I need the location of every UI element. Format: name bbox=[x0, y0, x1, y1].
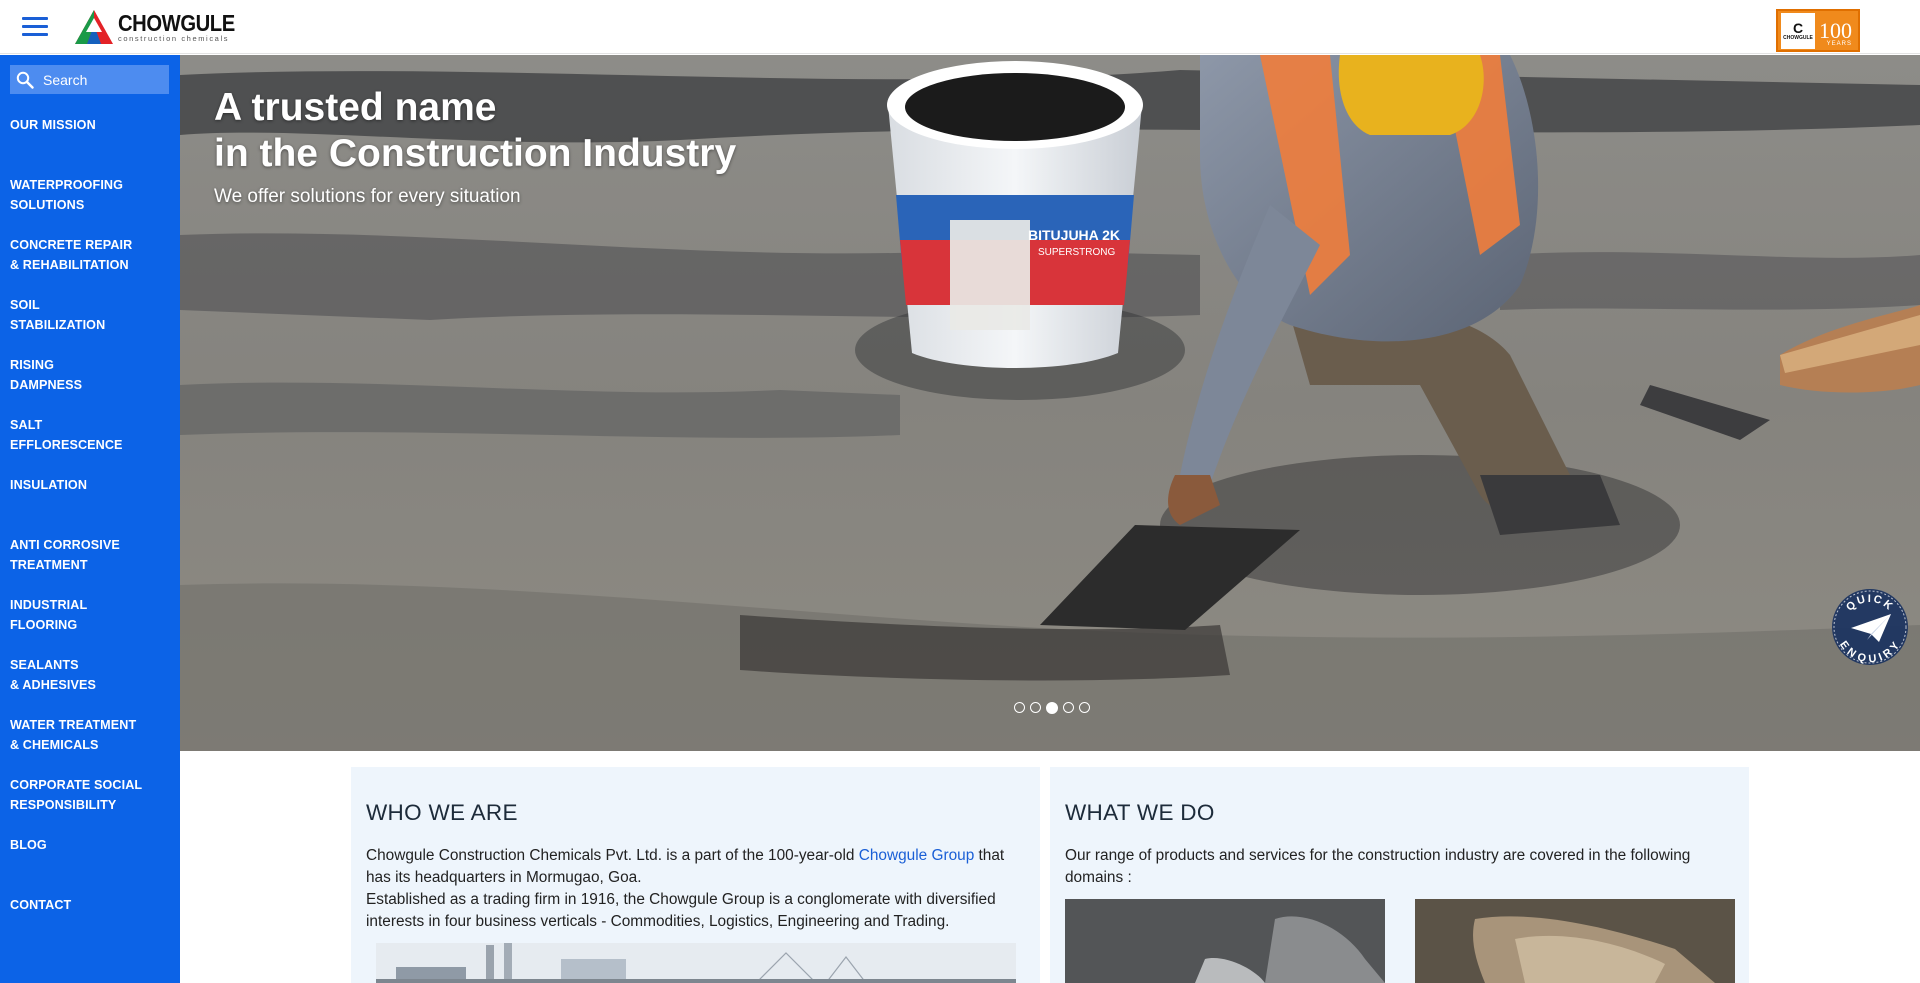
sidebar-item-waterproofing[interactable]: WATERPROOFING SOLUTIONS bbox=[10, 175, 175, 215]
centenary-badge: C CHOWGULE 100 YEARS bbox=[1776, 9, 1860, 52]
sidebar-item-salt-efflorescence[interactable]: SALT EFFLORESCENCE bbox=[10, 415, 175, 455]
sidebar-item-csr[interactable]: CORPORATE SOCIAL RESPONSIBILITY bbox=[10, 775, 175, 815]
sidebar-item-anti-corrosive[interactable]: ANTI CORROSIVE TREATMENT bbox=[10, 535, 175, 575]
chowgule-logo[interactable]: CHOWGULE construction chemicals bbox=[74, 9, 251, 45]
sidebar-item-soil-stabilization[interactable]: SOIL STABILIZATION bbox=[10, 295, 175, 335]
search-icon bbox=[16, 71, 34, 89]
domain-thumbnail-2[interactable] bbox=[1415, 899, 1735, 983]
slider-pagination bbox=[1014, 701, 1090, 714]
sidebar-item-blog[interactable]: BLOG bbox=[10, 835, 175, 855]
logo-subtitle: construction chemicals bbox=[118, 34, 230, 43]
badge-logo-text: CHOWGULE bbox=[1783, 34, 1813, 41]
slider-dot-5[interactable] bbox=[1079, 702, 1090, 713]
logo-name: CHOWGULE bbox=[118, 10, 235, 36]
sidebar-item-contact[interactable]: CONTACT bbox=[10, 895, 175, 915]
what-we-do-heading: WHAT WE DO bbox=[1065, 800, 1215, 825]
search-input[interactable]: Search bbox=[10, 65, 169, 94]
search-placeholder: Search bbox=[43, 71, 88, 88]
badge-number: 100 bbox=[1819, 17, 1852, 43]
slider-dot-2[interactable] bbox=[1030, 702, 1041, 713]
chowgule-logo-mark-icon bbox=[75, 10, 113, 44]
who-we-are-paragraph-2: Established as a trading firm in 1916, t… bbox=[366, 891, 996, 930]
what-we-do-card: WHAT WE DO Our range of products and ser… bbox=[1050, 767, 1749, 983]
sidebar-item-sealants[interactable]: SEALANTS & ADHESIVES bbox=[10, 655, 175, 695]
top-header: CHOWGULE construction chemicals C CHOWGU… bbox=[0, 0, 1920, 54]
what-we-do-text: Our range of products and services for t… bbox=[1065, 847, 1691, 886]
who-we-are-paragraph-1: Chowgule Construction Chemicals Pvt. Ltd… bbox=[366, 845, 1026, 889]
slider-dot-1[interactable] bbox=[1014, 702, 1025, 713]
sidebar-item-insulation[interactable]: INSULATION bbox=[10, 475, 175, 495]
chowgule-group-link[interactable]: Chowgule Group bbox=[859, 847, 975, 864]
hamburger-menu-icon[interactable] bbox=[22, 17, 48, 37]
hero-title: A trusted name in the Construction Indus… bbox=[214, 86, 737, 175]
who-we-are-heading: WHO WE ARE bbox=[366, 800, 518, 825]
who-we-are-image bbox=[376, 943, 1016, 983]
bucket-label-1: BITUJUHA 2K bbox=[1028, 227, 1120, 243]
who-we-are-text-1: Chowgule Construction Chemicals Pvt. Ltd… bbox=[366, 847, 859, 864]
sidebar-item-industrial-flooring[interactable]: INDUSTRIAL FLOORING bbox=[10, 595, 175, 635]
bucket-label-2: SUPERSTRONG bbox=[1038, 247, 1115, 258]
hero-subtitle: We offer solutions for every situation bbox=[214, 186, 521, 207]
badge-years: YEARS bbox=[1826, 41, 1852, 47]
sidebar-item-our-mission[interactable]: OUR MISSION bbox=[10, 115, 175, 135]
domain-thumbnail-1[interactable] bbox=[1065, 899, 1385, 983]
sidebar-item-water-treatment[interactable]: WATER TREATMENT & CHEMICALS bbox=[10, 715, 175, 755]
quick-enquiry-button[interactable]: QUICK ENQUIRY bbox=[1831, 588, 1909, 666]
sidebar-item-concrete-repair[interactable]: CONCRETE REPAIR & REHABILITATION bbox=[10, 235, 175, 275]
badge-c-icon: C bbox=[1792, 19, 1804, 36]
hero-slider: BITUJUHA 2K SUPERSTRONG A trusted name i… bbox=[180, 55, 1920, 751]
badge-logo: C CHOWGULE bbox=[1781, 12, 1815, 49]
who-we-are-card: WHO WE ARE Chowgule Construction Chemica… bbox=[351, 767, 1040, 983]
sidebar-item-rising-dampness[interactable]: RISING DAMPNESS bbox=[10, 355, 175, 395]
sidebar-nav: Search OUR MISSION WATERPROOFING SOLUTIO… bbox=[0, 55, 180, 983]
slider-dot-4[interactable] bbox=[1063, 702, 1074, 713]
slider-dot-3[interactable] bbox=[1046, 701, 1058, 714]
